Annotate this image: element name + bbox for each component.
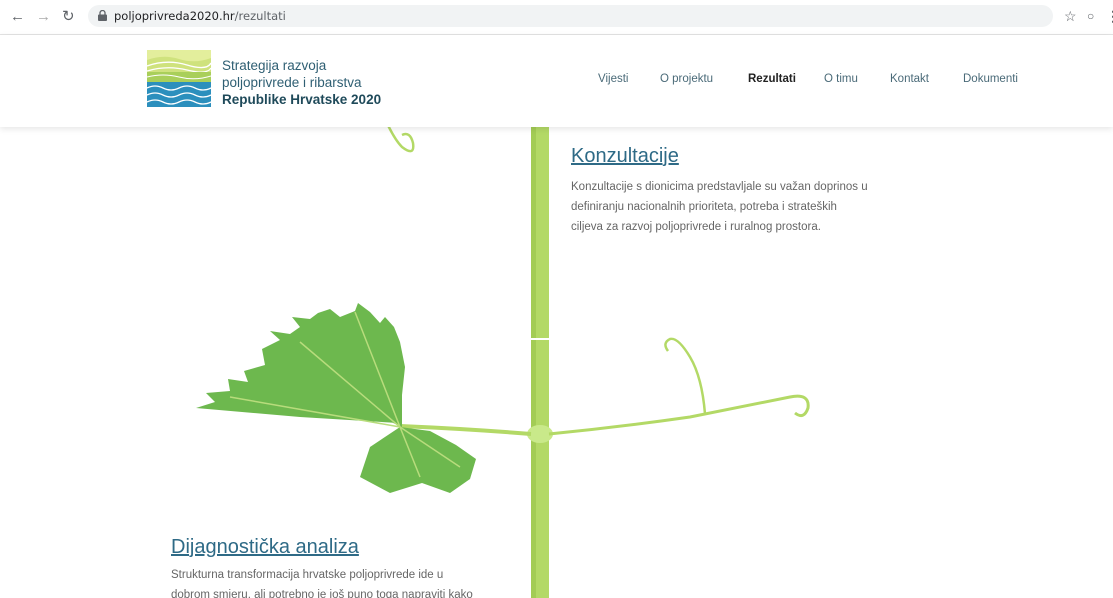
logo-line-2: poljoprivrede i ribarstva	[222, 75, 362, 90]
nav-item-o-timu[interactable]: O timu	[824, 73, 858, 85]
logo-line-3: Republike Hrvatske 2020	[222, 92, 382, 107]
reload-icon[interactable]: ↻	[62, 9, 75, 24]
site-header: Strategija razvoja poljoprivrede i ribar…	[0, 35, 1113, 127]
logo-text[interactable]: Strategija razvoja poljoprivrede i ribar…	[222, 57, 381, 108]
url-text: poljoprivreda2020.hr/rezultati	[114, 9, 286, 23]
menu-dots-icon[interactable]: ⋮	[1106, 8, 1113, 25]
tendril-upper	[664, 337, 707, 415]
address-bar[interactable]: poljoprivreda2020.hr/rezultati	[88, 5, 1053, 27]
nav-item-rezultati[interactable]: Rezultati	[748, 73, 796, 85]
back-arrow-icon[interactable]: ←	[10, 9, 25, 24]
tendril-top	[387, 127, 415, 153]
lock-icon	[98, 10, 107, 21]
star-icon[interactable]: ☆	[1064, 8, 1077, 25]
nav-item-vijesti[interactable]: Vijesti	[598, 73, 628, 85]
section-title-dijagnosticka-analiza[interactable]: Dijagnostička analiza	[171, 536, 359, 559]
extension-icon[interactable]: ○	[1087, 9, 1094, 23]
logo-line-1: Strategija razvoja	[222, 58, 327, 73]
logo-icon[interactable]	[147, 50, 211, 107]
section-text-dijagnosticka-analiza: Strukturna transformacija hrvatske poljo…	[171, 569, 473, 598]
tendril-right	[548, 394, 810, 436]
nav-item-kontakt[interactable]: Kontakt	[890, 73, 929, 85]
nav-item-dokumenti[interactable]: Dokumenti	[963, 73, 1018, 85]
vine-illustration	[196, 127, 810, 598]
nav-item-o-projektu[interactable]: O projektu	[660, 73, 713, 85]
timeline-content: Konzultacije Konzultacije s dionicima pr…	[0, 127, 1113, 598]
section-title-konzultacije[interactable]: Konzultacije	[571, 145, 679, 168]
section-text-konzultacije: Konzultacije s dionicima predstavljale s…	[571, 181, 868, 233]
forward-arrow-icon[interactable]: →	[36, 9, 51, 24]
browser-toolbar: ← → ↻ poljoprivreda2020.hr/rezultati ☆ ○…	[0, 0, 1113, 35]
